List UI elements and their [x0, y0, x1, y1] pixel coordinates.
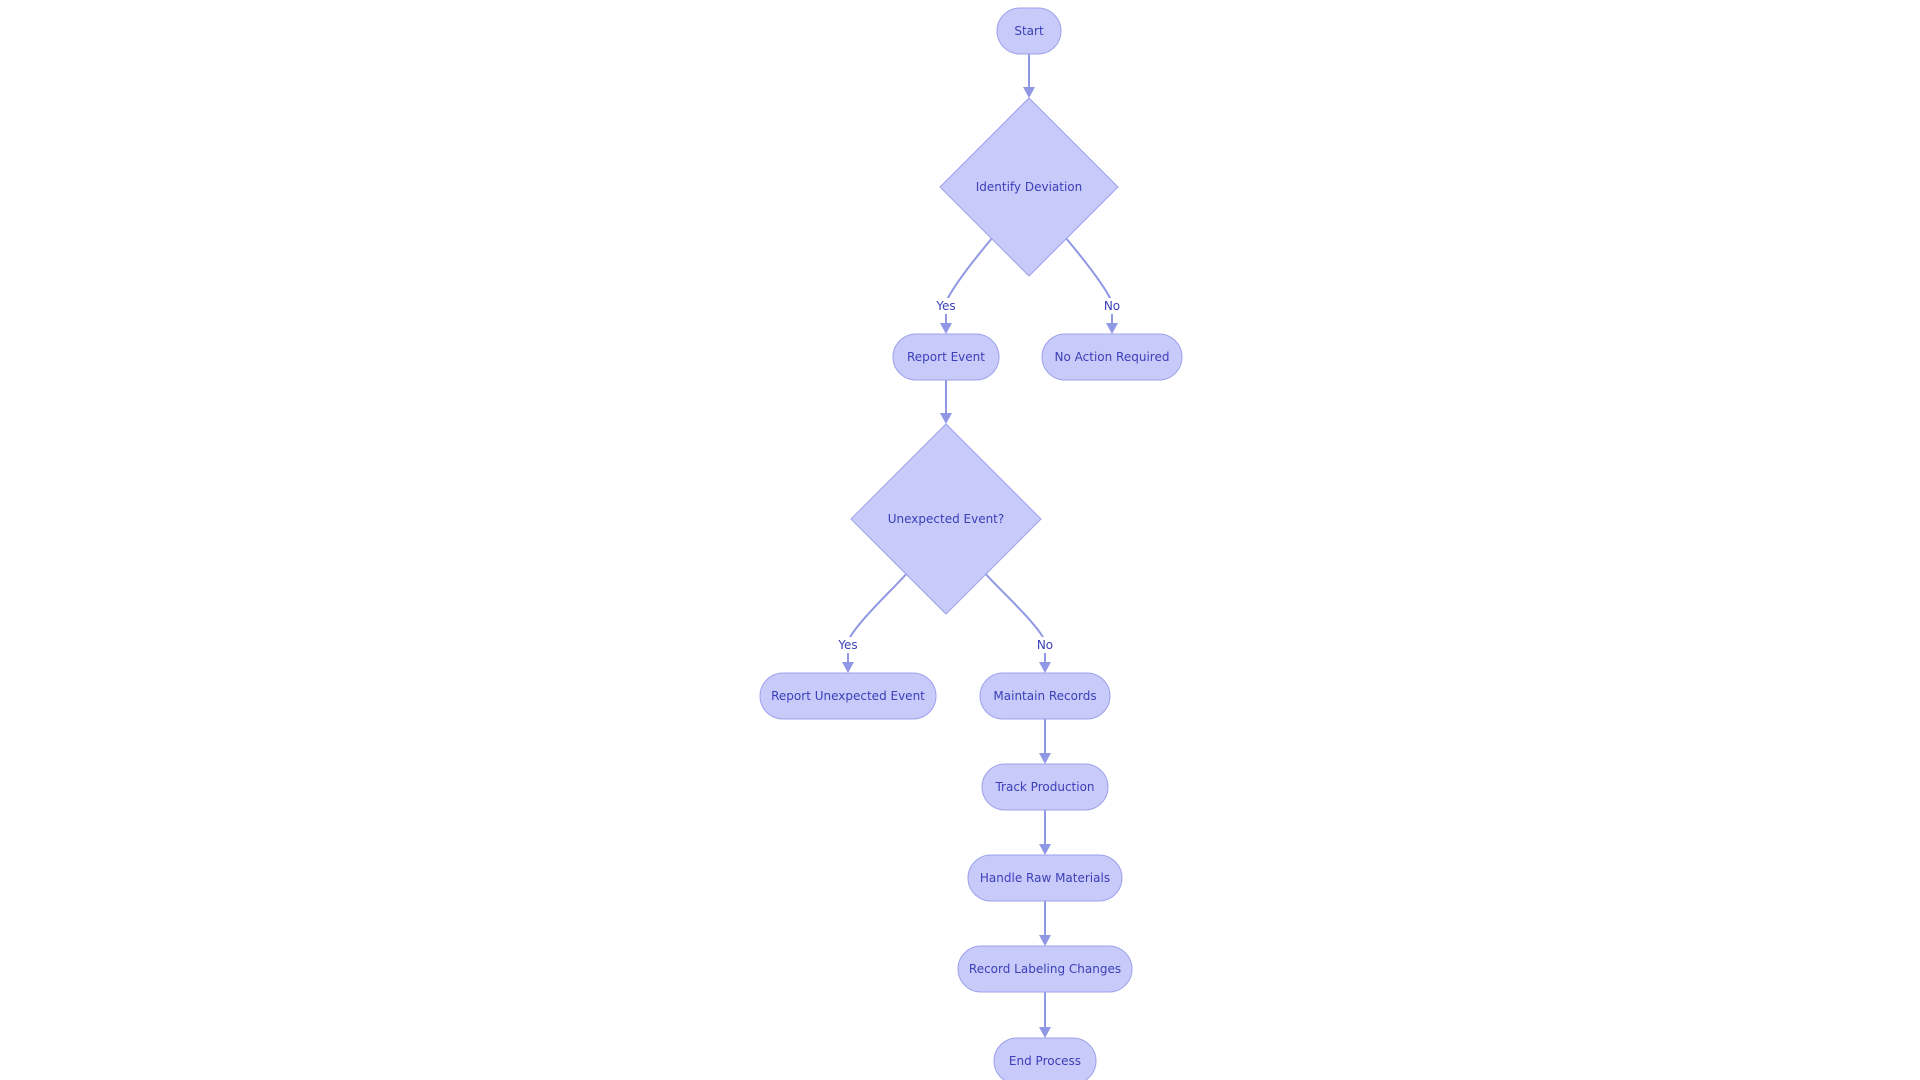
- arrowhead-icon: [1106, 323, 1118, 334]
- node-noaction: No Action Required: [1041, 333, 1183, 381]
- edge-label-yes: Yes: [932, 298, 960, 314]
- arrowhead-icon: [1039, 1027, 1051, 1038]
- flowchart-diagram: Start Identify Deviation Report Event No Ac…: [759, 7, 1183, 1080]
- edge-label-text: Yes: [837, 638, 857, 652]
- node-label: Track Production: [994, 780, 1094, 794]
- node-identify: Identify Deviation: [939, 97, 1119, 277]
- node-label: Report Event: [907, 350, 985, 364]
- arrowhead-icon: [1039, 662, 1051, 673]
- node-label: Unexpected Event?: [888, 512, 1005, 526]
- node-label: Report Unexpected Event: [771, 689, 925, 703]
- edge-label-no: No: [1035, 637, 1055, 653]
- node-handle: Handle Raw Materials: [967, 854, 1123, 902]
- node-label: No Action Required: [1055, 350, 1170, 364]
- node-label: End Process: [1009, 1054, 1081, 1068]
- node-track: Track Production: [981, 763, 1109, 811]
- node-label: Identify Deviation: [976, 180, 1083, 194]
- arrowhead-icon: [1023, 87, 1035, 98]
- node-label: Handle Raw Materials: [980, 871, 1110, 885]
- node-report: Report Event: [892, 333, 1000, 381]
- arrowhead-icon: [842, 662, 854, 673]
- node-reportunexp: Report Unexpected Event: [759, 672, 937, 720]
- edge-label-text: No: [1104, 299, 1120, 313]
- edge-label-text: No: [1037, 638, 1053, 652]
- edge-label-yes: Yes: [834, 637, 862, 653]
- arrowhead-icon: [940, 413, 952, 424]
- node-start: Start: [996, 7, 1062, 55]
- node-label: Start: [1014, 24, 1044, 38]
- node-unexpected: Unexpected Event?: [850, 423, 1042, 615]
- node-maintain: Maintain Records: [979, 672, 1111, 720]
- node-labeling: Record Labeling Changes: [957, 945, 1133, 993]
- edge-label-no: No: [1102, 298, 1122, 314]
- node-label: Maintain Records: [993, 689, 1096, 703]
- nodes-layer: Start Identify Deviation Report Event No Ac…: [759, 7, 1183, 1080]
- node-end: End Process: [993, 1037, 1097, 1080]
- arrowhead-icon: [1039, 753, 1051, 764]
- arrowhead-icon: [940, 323, 952, 334]
- edge-label-text: Yes: [935, 299, 955, 313]
- arrowhead-icon: [1039, 935, 1051, 946]
- arrowhead-icon: [1039, 844, 1051, 855]
- node-label: Record Labeling Changes: [969, 962, 1121, 976]
